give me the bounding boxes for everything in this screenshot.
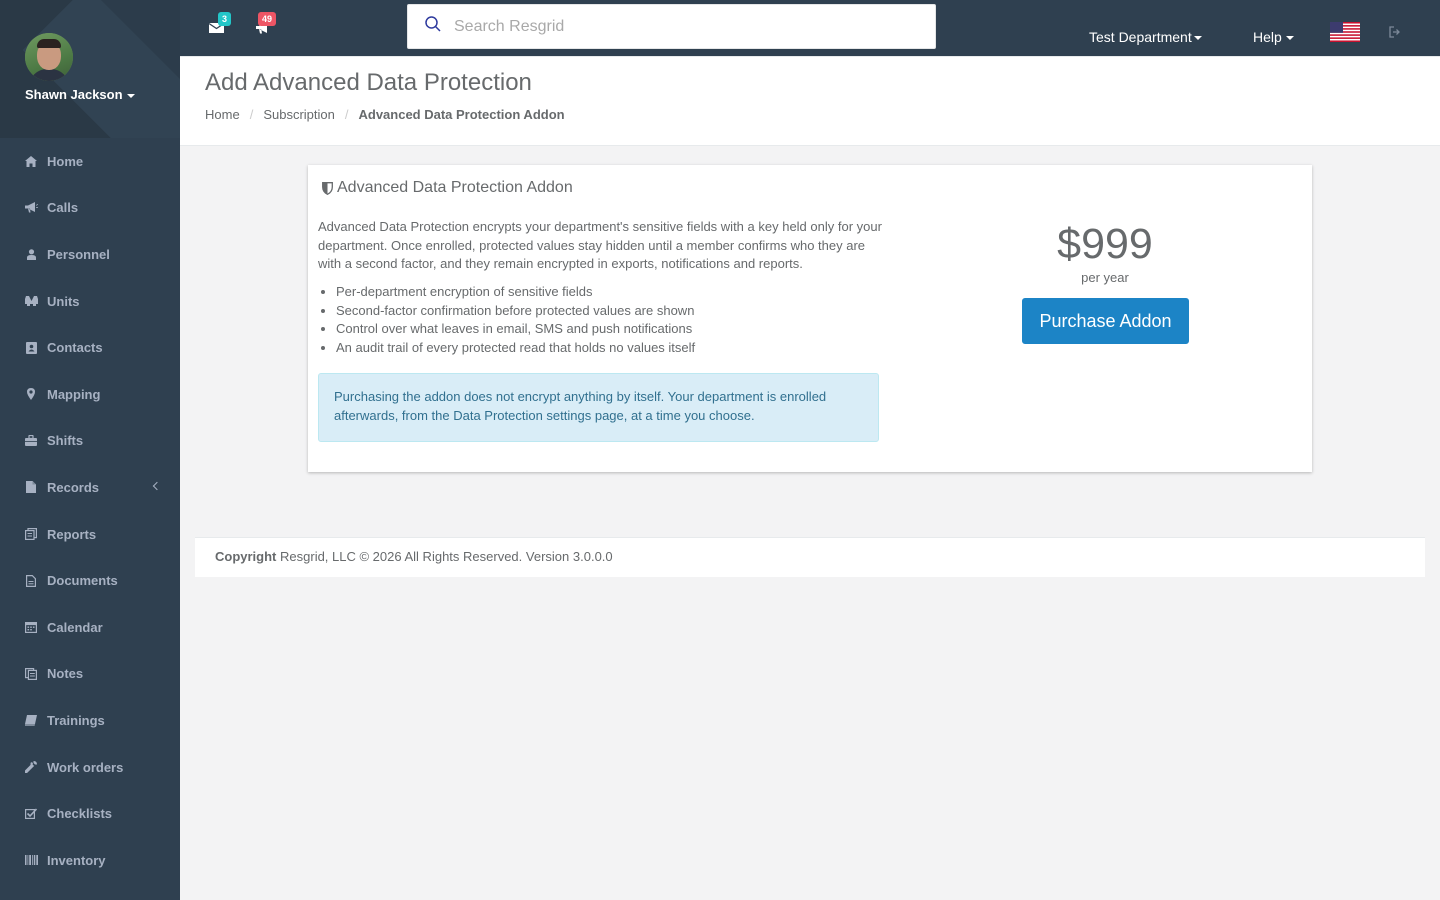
sidebar-item-mapping[interactable]: Mapping bbox=[0, 371, 180, 418]
sidebar-item-calendar[interactable]: Calendar bbox=[0, 604, 180, 651]
calendar-icon bbox=[24, 620, 38, 634]
caret-down-icon bbox=[1193, 36, 1202, 41]
addon-price: $999 bbox=[1057, 220, 1153, 268]
copyright-text: Resgrid, LLC © 2026 All Rights Reserved. bbox=[280, 549, 523, 564]
shield-icon bbox=[322, 181, 333, 195]
briefcase-icon bbox=[24, 434, 38, 448]
sidebar-item-contacts[interactable]: Contacts bbox=[0, 324, 180, 371]
breadcrumb-current: Advanced Data Protection Addon bbox=[358, 107, 565, 122]
sidebar-item-notes[interactable]: Notes bbox=[0, 651, 180, 698]
breadcrumb-separator: / bbox=[344, 107, 349, 122]
sidebar-item-documents[interactable]: Documents bbox=[0, 557, 180, 604]
map-marker-icon bbox=[24, 387, 38, 401]
copyright-label: Copyright bbox=[215, 549, 277, 564]
messages-button[interactable]: 3 bbox=[208, 12, 232, 37]
barcode-icon bbox=[24, 853, 38, 867]
reports-icon bbox=[24, 527, 38, 541]
footer: Copyright Resgrid, LLC © 2026 All Rights… bbox=[195, 537, 1425, 577]
profile-name: Shawn Jackson bbox=[25, 87, 123, 102]
wrench-icon bbox=[24, 760, 38, 774]
help-dropdown[interactable]: Help bbox=[1253, 29, 1294, 45]
chevron-left-icon bbox=[152, 482, 162, 491]
sign-out-icon[interactable] bbox=[1389, 26, 1401, 38]
sidebar-item-inventory[interactable]: Inventory bbox=[0, 837, 180, 884]
avatar[interactable] bbox=[25, 33, 73, 81]
feature-item: An audit trail of every protected read t… bbox=[336, 339, 896, 358]
caret-down-icon bbox=[126, 93, 135, 98]
sidebar-item-home[interactable]: Home bbox=[0, 138, 180, 185]
sidebar-item-calls[interactable]: Calls bbox=[0, 185, 180, 232]
sidebar-item-work-orders[interactable]: Work orders bbox=[0, 744, 180, 791]
home-icon bbox=[24, 154, 38, 168]
info-alert: Purchasing the addon does not encrypt an… bbox=[318, 373, 879, 442]
notes-icon bbox=[24, 667, 38, 681]
sidebar-item-checklists[interactable]: Checklists bbox=[0, 790, 180, 837]
version-text: Version 3.0.0.0 bbox=[525, 549, 613, 564]
price-period: per year bbox=[1081, 270, 1129, 285]
department-label: Test Department bbox=[1089, 29, 1192, 45]
search-input[interactable] bbox=[454, 5, 924, 48]
search-box bbox=[407, 4, 936, 49]
document-icon bbox=[24, 574, 38, 588]
bullhorn-icon bbox=[24, 201, 38, 215]
caret-down-icon bbox=[1285, 36, 1294, 41]
checklist-icon bbox=[24, 807, 38, 821]
addon-title: Advanced Data Protection Addon bbox=[337, 179, 573, 196]
sidebar-item-personnel[interactable]: Personnel bbox=[0, 231, 180, 278]
sidebar-item-records[interactable]: Records bbox=[0, 464, 180, 511]
addon-panel: Advanced Data Protection Addon Advanced … bbox=[308, 165, 1312, 472]
file-icon bbox=[24, 480, 38, 494]
sidebar-item-units[interactable]: Units bbox=[0, 278, 180, 325]
us-flag-icon[interactable] bbox=[1330, 22, 1360, 42]
department-dropdown[interactable]: Test Department bbox=[1089, 29, 1202, 45]
alerts-button[interactable]: 49 bbox=[256, 12, 277, 37]
sidebar-item-reports[interactable]: Reports bbox=[0, 511, 180, 558]
page-title: Add Advanced Data Protection bbox=[205, 69, 532, 96]
feature-item: Per-department encryption of sensitive f… bbox=[336, 283, 896, 302]
profile-name-dropdown[interactable]: Shawn Jackson bbox=[25, 87, 135, 102]
alerts-count-badge: 49 bbox=[258, 12, 277, 26]
addon-feature-list: Per-department encryption of sensitive f… bbox=[336, 283, 896, 357]
feature-item: Control over what leaves in email, SMS a… bbox=[336, 320, 896, 339]
profile-header: Shawn Jackson bbox=[0, 0, 180, 138]
top-navbar: 3 49 Test Department Help bbox=[180, 0, 1440, 57]
help-label: Help bbox=[1253, 29, 1282, 45]
truck-icon bbox=[24, 294, 38, 308]
page-heading: Add Advanced Data Protection Home / Subs… bbox=[180, 57, 1440, 146]
sidebar-item-shifts[interactable]: Shifts bbox=[0, 418, 180, 465]
purchase-addon-button[interactable]: Purchase Addon bbox=[1022, 298, 1189, 344]
address-book-icon bbox=[24, 341, 38, 355]
sidebar: Shawn Jackson Home Calls Personnel Units… bbox=[0, 0, 180, 900]
search-icon bbox=[425, 16, 441, 32]
breadcrumb-subscription[interactable]: Subscription bbox=[263, 107, 335, 122]
addon-panel-title: Advanced Data Protection Addon bbox=[322, 179, 573, 197]
sidebar-nav: Home Calls Personnel Units Contacts Mapp… bbox=[0, 138, 180, 884]
feature-item: Second-factor confirmation before protec… bbox=[336, 302, 896, 321]
sidebar-item-trainings[interactable]: Trainings bbox=[0, 697, 180, 744]
book-icon bbox=[24, 713, 38, 727]
breadcrumb: Home / Subscription / Advanced Data Prot… bbox=[205, 107, 565, 122]
breadcrumb-home[interactable]: Home bbox=[205, 107, 240, 122]
user-icon bbox=[24, 247, 38, 261]
addon-description: Advanced Data Protection encrypts your d… bbox=[318, 219, 882, 271]
breadcrumb-separator: / bbox=[249, 107, 254, 122]
messages-count-badge: 3 bbox=[218, 12, 232, 26]
